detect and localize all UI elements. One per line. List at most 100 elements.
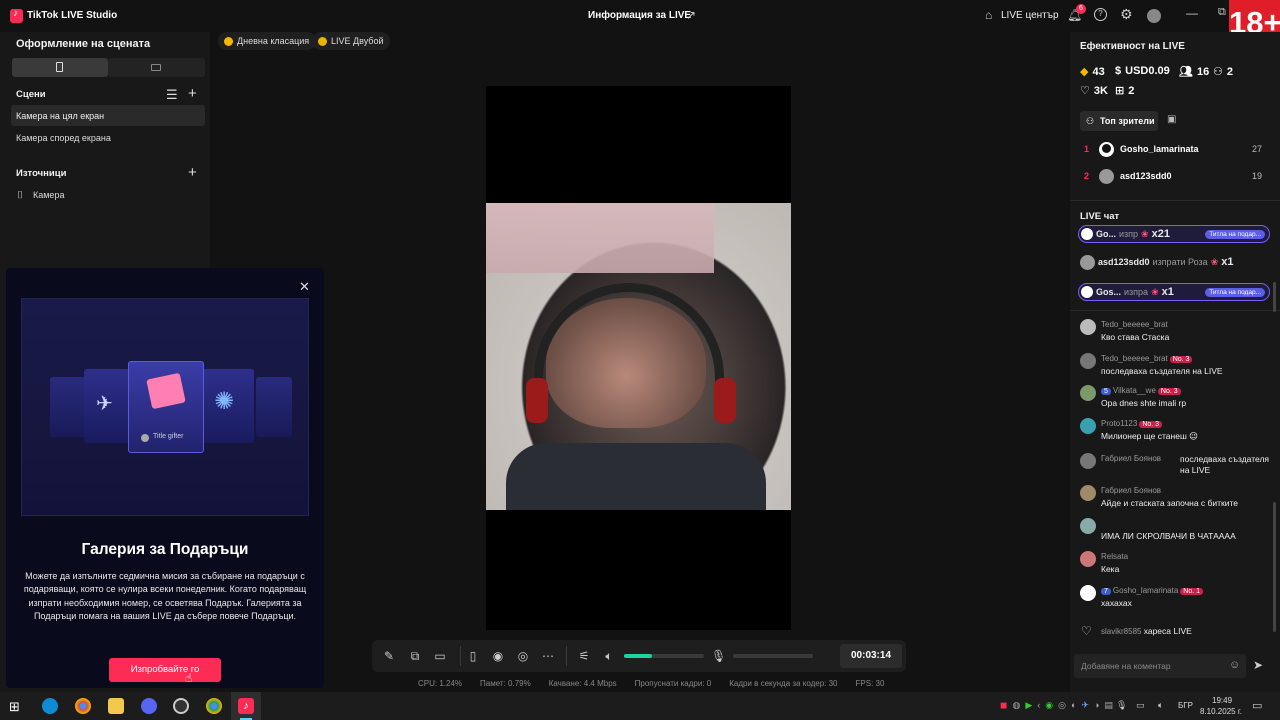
microphone-icon[interactable]: 🎙︎ — [711, 649, 726, 663]
chip-label: Дневна класация — [237, 36, 310, 46]
home-icon[interactable]: ⌂ — [985, 8, 992, 22]
avatar[interactable] — [1147, 9, 1161, 23]
chrome-profile-icon[interactable] — [206, 698, 222, 714]
gift-row[interactable]: Gos... изпра ❀ x1 Титла на подар... — [1078, 283, 1270, 301]
crane-icon: ✈ — [96, 393, 113, 415]
chat-username[interactable]: Relsata — [1101, 552, 1128, 561]
clock-time[interactable]: 19:49 — [1212, 696, 1232, 705]
gift-scrollbar[interactable] — [1273, 282, 1276, 312]
popup-title: Галерия за Подаръци — [81, 541, 249, 558]
chat-username[interactable]: Габриел Боянов — [1101, 486, 1161, 495]
emoji-icon[interactable]: ☺ — [1229, 659, 1240, 671]
chat-username[interactable]: slavikr8585 — [1101, 627, 1141, 636]
record-icon[interactable]: ◉ — [491, 649, 505, 663]
chat-username[interactable]: Vilkata__we — [1113, 386, 1156, 395]
upload-stat: Качване: 4.4 Mbps — [548, 679, 617, 688]
chat-username[interactable]: Gosho_lamarinata — [1113, 586, 1178, 595]
gift-count: x1 — [1161, 286, 1174, 298]
gift-verb: изпр — [1119, 229, 1139, 239]
edge-icon[interactable] — [42, 698, 58, 714]
landscape-layout-button[interactable] — [108, 58, 205, 77]
minimize-icon[interactable]: — — [1186, 6, 1198, 20]
rose-icon: ❀ — [1141, 228, 1149, 239]
stat-value: USD0.09 — [1125, 65, 1170, 77]
settings-gear-icon[interactable]: ⚙ — [1120, 6, 1133, 23]
headphone-left — [526, 378, 548, 423]
stream-settings-icon[interactable]: ◎ — [516, 649, 530, 663]
chat-username[interactable]: Габриел Боянов — [1101, 454, 1161, 463]
speaker-icon[interactable]: 🔈︎ — [602, 649, 616, 664]
mic-slider[interactable] — [733, 654, 813, 658]
gift-row[interactable]: Go... изпр ❀ x21 Титла на подар... — [1078, 225, 1270, 243]
phone-icon[interactable]: ▯ — [466, 649, 480, 663]
avatar — [1080, 551, 1096, 567]
shirt — [506, 443, 766, 510]
control-bar: ✎ ⧉ ▭ ▯ ◉ ◎ ⋯ ⚟ 🔈︎ 🎙︎ 00:03:14 — [372, 640, 906, 672]
help-icon[interactable]: ? — [1094, 8, 1107, 21]
top-viewer-name[interactable]: asd123sdd0 — [1120, 171, 1172, 181]
share-icon[interactable]: ↗ — [686, 8, 696, 22]
performance-title: Ефективност на LIVE — [1080, 41, 1185, 52]
portrait-icon — [56, 62, 63, 72]
list-icon[interactable]: ☰ — [166, 88, 178, 102]
comment-input[interactable]: Добавяне на коментар ☺ — [1074, 654, 1246, 678]
gift-card: ✈ — [84, 369, 130, 443]
dollar-icon: $ — [1115, 65, 1122, 77]
file-explorer-icon[interactable] — [108, 698, 124, 714]
mic-tray-icon[interactable]: 🎙︎ — [1116, 700, 1127, 711]
close-icon[interactable]: ✕ — [299, 279, 310, 295]
ranking-list-icon[interactable]: ▣ — [1167, 114, 1176, 125]
system-tray-icons[interactable]: ◼ ◍ ▶ ‹ ◉ ◎ ◐ ✈ ◑ ▤ — [1000, 700, 1113, 712]
chat-text: хареса LIVE — [1143, 626, 1192, 636]
rank-number: 1 — [1084, 144, 1090, 154]
volume-slider[interactable] — [624, 654, 704, 658]
magic-wand-icon[interactable]: ✎ — [382, 649, 396, 663]
chat-username[interactable]: Proto1123 — [1101, 419, 1137, 428]
layout-icon[interactable]: ▭ — [433, 649, 447, 663]
clock-date[interactable]: 8.10.2025 г. — [1200, 707, 1242, 716]
daily-ranking-chip[interactable]: Дневна класация — [218, 32, 317, 50]
maximize-icon[interactable]: ⧉ — [1218, 6, 1226, 19]
dropped-frames-stat: Пропуснати кадри: 0 — [634, 679, 712, 688]
tiktok-studio-taskbar-button[interactable]: ♪ — [231, 692, 261, 720]
gift-box-icon — [146, 372, 186, 410]
app-icon[interactable] — [173, 698, 189, 714]
notifications-icon[interactable]: ▭ — [1252, 699, 1262, 712]
viewer-icon: ⚇ — [1086, 116, 1095, 126]
portrait-layout-button[interactable] — [12, 58, 108, 77]
volume-tray-icon[interactable]: 🔈︎ — [1158, 700, 1163, 711]
gift-verb: изпра — [1124, 287, 1149, 297]
windows-start-icon[interactable]: ⊞ — [9, 699, 20, 715]
network-icon[interactable]: ▭ — [1136, 700, 1145, 711]
source-item-camera[interactable]: Камера — [33, 190, 64, 200]
chat-text: последваха създателя на LIVE — [1180, 454, 1270, 475]
language-indicator[interactable]: БГР — [1178, 701, 1193, 710]
popup-description: Можете да изпълните седмична мисия за съ… — [23, 571, 307, 621]
diamonds-stat: ◆ 43 — [1080, 65, 1105, 79]
more-icon[interactable]: ⋯ — [541, 649, 555, 663]
usd-stat: $ USD0.09 — [1115, 65, 1170, 77]
scene-item-fullscreen[interactable]: Камера на цял екран — [11, 105, 205, 126]
top-viewer-name[interactable]: Gosho_lamarinata — [1120, 144, 1199, 154]
live-info-title[interactable]: Информация за LIVE — [588, 10, 691, 21]
send-icon[interactable]: ➤ — [1253, 658, 1263, 672]
live-center-link[interactable]: LIVE център — [1001, 10, 1059, 21]
chat-scrollbar[interactable] — [1273, 502, 1276, 632]
chrome-icon[interactable] — [75, 698, 91, 714]
discord-icon[interactable] — [141, 698, 157, 714]
tiktok-icon: ♪ — [238, 698, 254, 714]
live-battle-chip[interactable]: LIVE Двубой — [312, 32, 391, 50]
add-scene-button[interactable]: + — [188, 86, 197, 101]
gift-row[interactable]: asd123sdd0 изпрати Роза ❀ x1 — [1078, 253, 1270, 271]
chat-username[interactable]: Tedo_beeeee_brat — [1101, 320, 1168, 329]
gift-gallery-illustration: ✈ ✺ Title gifter — [21, 298, 309, 516]
scene-item-by-screen[interactable]: Камера според екрана — [16, 133, 111, 143]
level-badge: 5 — [1101, 388, 1111, 395]
chat-username[interactable]: Tedo_beeeee_brat — [1101, 354, 1168, 363]
gift-count: x21 — [1151, 228, 1170, 240]
effects-icon[interactable]: ⧉ — [408, 649, 422, 664]
mixer-icon[interactable]: ⚟ — [577, 649, 591, 663]
tab-top-viewers[interactable]: ⚇ Топ зрители — [1080, 111, 1158, 131]
try-it-button[interactable]: Изпробвайте го — [109, 658, 221, 682]
add-source-button[interactable]: + — [188, 165, 197, 180]
